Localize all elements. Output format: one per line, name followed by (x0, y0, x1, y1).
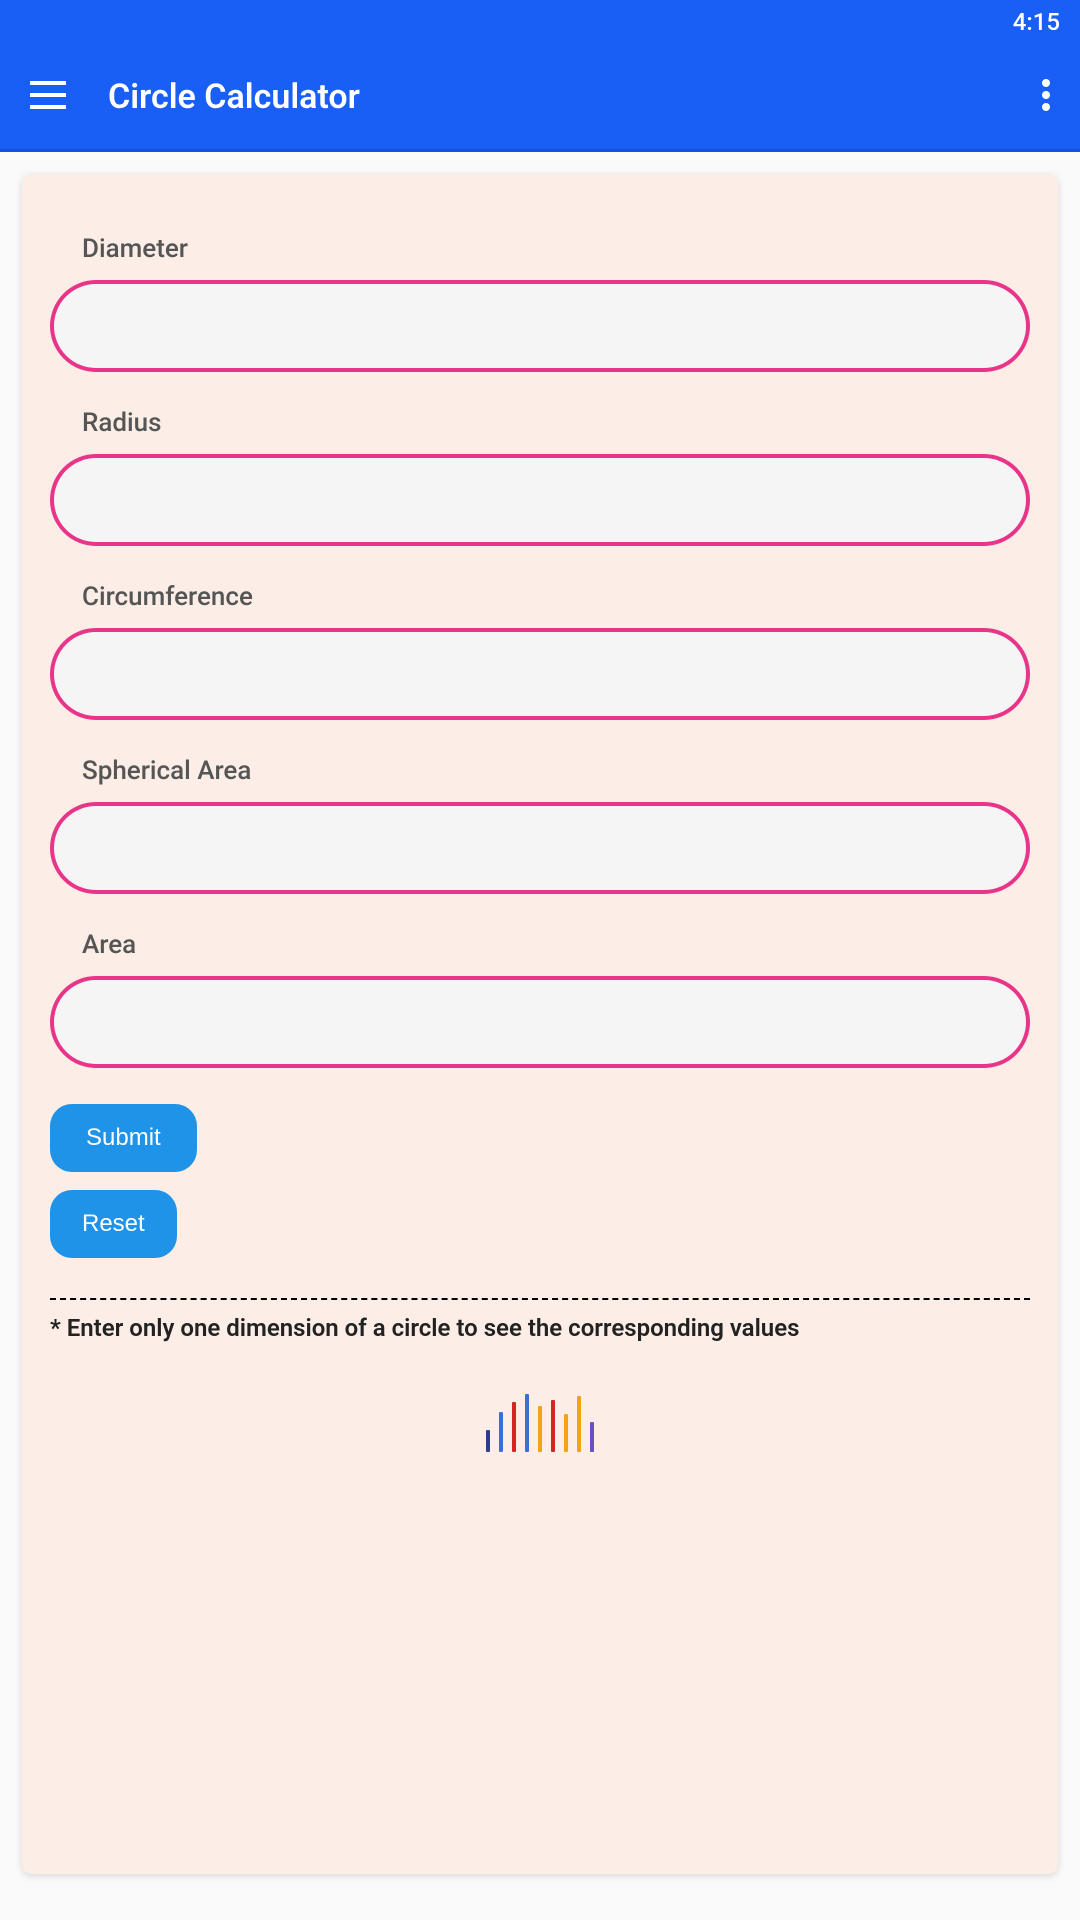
field-circumference: Circumference (50, 582, 1030, 720)
card: Diameter Radius Circumference Spherical … (22, 174, 1058, 1874)
spherical-area-input[interactable] (50, 802, 1030, 894)
submit-button[interactable]: Submit (50, 1104, 197, 1172)
logo-bar (512, 1402, 516, 1452)
logo-bar (525, 1394, 529, 1452)
radius-input[interactable] (50, 454, 1030, 546)
diameter-input[interactable] (50, 280, 1030, 372)
logo-bar (551, 1400, 555, 1452)
logo (50, 1392, 1030, 1452)
reset-button[interactable]: Reset (50, 1190, 177, 1258)
more-vert-icon[interactable] (1042, 79, 1050, 115)
logo-bar (486, 1430, 490, 1452)
app-title: Circle Calculator (108, 77, 1042, 117)
status-bar: 4:15 (0, 0, 1080, 44)
content: Diameter Radius Circumference Spherical … (0, 152, 1080, 1896)
radius-label: Radius (82, 408, 1030, 438)
area-input[interactable] (50, 976, 1030, 1068)
field-radius: Radius (50, 408, 1030, 546)
spherical-area-label: Spherical Area (82, 756, 1030, 786)
logo-bar (564, 1414, 568, 1452)
circumference-input[interactable] (50, 628, 1030, 720)
hint-text: * Enter only one dimension of a circle t… (50, 1314, 1030, 1342)
logo-bar (538, 1406, 542, 1452)
field-diameter: Diameter (50, 234, 1030, 372)
divider (50, 1298, 1030, 1300)
area-label: Area (82, 930, 1030, 960)
app-bar: Circle Calculator (0, 44, 1080, 152)
logo-bar (499, 1412, 503, 1452)
logo-bar (577, 1396, 581, 1452)
menu-icon[interactable] (30, 81, 66, 113)
field-area: Area (50, 930, 1030, 1068)
field-spherical-area: Spherical Area (50, 756, 1030, 894)
circumference-label: Circumference (82, 582, 1030, 612)
logo-bar (590, 1422, 594, 1452)
diameter-label: Diameter (82, 234, 1030, 264)
status-time: 4:15 (1013, 8, 1060, 36)
